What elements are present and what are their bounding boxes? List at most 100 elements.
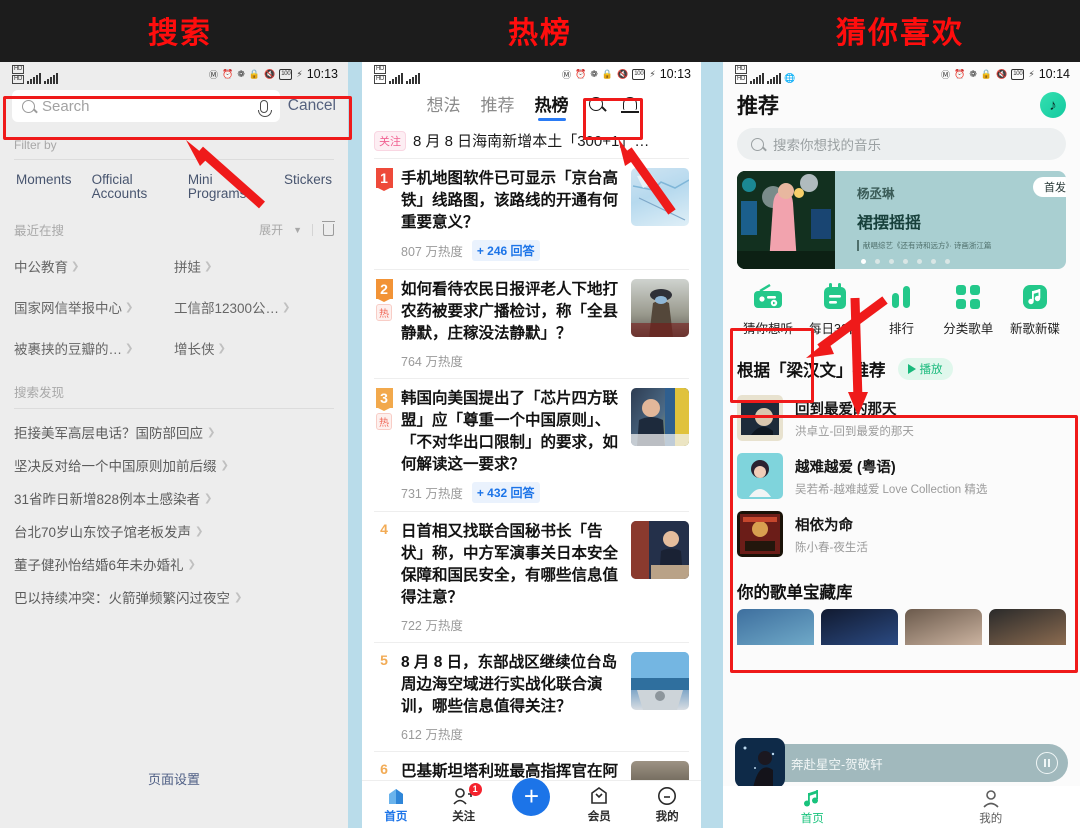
tab-hotlist[interactable]: 热榜 — [535, 91, 569, 121]
recent-item-label: 中公教育 — [14, 260, 68, 275]
discover-item-2[interactable]: 31省昨日新增828例本土感染者 ❯ — [14, 475, 334, 508]
trash-icon[interactable] — [322, 220, 335, 236]
nav-home[interactable]: 首页 — [368, 786, 424, 824]
table-row[interactable]: 2 热 如何看待农民日报评老人下地打农药被要求广播检讨，称「全县静默，庄稼没法静… — [362, 270, 701, 378]
recent-item-label: 增长侠 — [174, 342, 215, 357]
hd-icon-1: HD — [374, 64, 387, 74]
mini-player[interactable]: 奔赴星空-贺敬轩 — [735, 738, 1068, 788]
pause-icon[interactable] — [1036, 752, 1058, 774]
discover-item-5[interactable]: 巴以持续冲突：火箭弹频繁闪过夜空 ❯ — [14, 574, 334, 607]
library-card[interactable] — [737, 609, 814, 645]
quick-action-radio[interactable]: 猜你想听 — [741, 282, 795, 337]
table-row[interactable]: 5 8 月 8 日，东部战区继续位台岛周边海空域进行实战化联合演训，哪些信息值得… — [362, 643, 701, 751]
discover-item-label: 董子健孙怡结婚6年未办婚礼 — [14, 558, 184, 573]
nav-create[interactable]: + — [503, 777, 559, 816]
quick-action-daily[interactable]: 每日30首 — [808, 282, 862, 337]
nav-profile[interactable]: 我的 — [979, 789, 1002, 826]
lock-icon: 🔒 — [980, 68, 993, 79]
recent-item-5[interactable]: 增长侠 ❯ — [174, 338, 334, 358]
table-row[interactable]: 1 手机地图软件已可显示「京台高铁」线路图，该路线的开通有何重要意义？ 807 … — [362, 159, 701, 269]
recent-item-2[interactable]: 国家网信举报中心 ❯ — [14, 297, 174, 317]
search-icon[interactable] — [588, 96, 603, 111]
filter-stickers[interactable]: Stickers — [284, 173, 332, 201]
chevron-right-icon: ❯ — [71, 260, 80, 272]
discover-item-3[interactable]: 台北70岁山东饺子馆老板发声 ❯ — [14, 508, 334, 541]
nfc-icon: Ⓜ — [941, 69, 951, 80]
filter-moments[interactable]: Moments — [16, 173, 72, 201]
nav-label: 首页 — [800, 812, 824, 825]
play-all-button[interactable]: 播放 — [897, 358, 953, 380]
table-row[interactable]: 3 热 韩国向美国提出了「芯片四方联盟」应「尊重一个中国原则」、「不对华出口限制… — [362, 379, 701, 511]
tab-ideas[interactable]: 想法 — [427, 91, 461, 116]
list-item[interactable]: 相依为命 陈小春-夜生活 — [737, 507, 1066, 565]
filter-mini-programs[interactable]: Mini Programs — [188, 173, 264, 201]
page-title: 推荐 — [737, 95, 779, 118]
follow-tag: 关注 — [374, 130, 406, 151]
recent-item-4[interactable]: 被裹挟的豆瓣的… ❯ — [14, 338, 174, 358]
music-home-icon — [804, 789, 819, 806]
page-setting-link[interactable]: 页面设置 — [0, 769, 348, 788]
music-note-logo[interactable]: ♪ — [1040, 92, 1066, 118]
recent-item-1[interactable]: 拼娃 ❯ — [174, 256, 334, 276]
album-cover — [737, 453, 783, 499]
recent-item-0[interactable]: 中公教育 ❯ — [14, 256, 174, 276]
nav-home[interactable]: 首页 — [801, 789, 824, 826]
cancel-button[interactable]: Cancel — [288, 97, 336, 115]
filter-by-label: Filter by — [14, 138, 57, 152]
song-name: 相依为命 — [795, 517, 853, 534]
discover-item-label: 台北70岁山东饺子馆老板发声 — [14, 525, 192, 540]
search-input[interactable]: 搜索你想找的音乐 — [737, 128, 1066, 160]
recent-item-3[interactable]: 工信部12300公… ❯ — [174, 297, 334, 317]
discover-item-0[interactable]: 拒接美军高层电话？国防部回应 ❯ — [14, 409, 334, 442]
follow-banner[interactable]: 关注 8 月 8 日海南新增本土「300+1」… — [362, 124, 701, 158]
recommend-title: 根据「梁汉文」推荐 — [737, 362, 886, 380]
mute-icon: 🔇 — [617, 68, 629, 79]
clock-3: 10:14 — [1038, 67, 1070, 81]
quick-action-category[interactable]: 分类歌单 — [941, 282, 995, 337]
lock-icon: 🔒 — [601, 68, 614, 79]
mic-icon[interactable] — [257, 99, 272, 117]
album-cover — [737, 395, 783, 441]
list-item[interactable]: 越难越爱 (粤语) 吴若希-越难越爱 Love Collection 精选 — [737, 449, 1066, 507]
tab-recommend[interactable]: 推荐 — [481, 91, 515, 116]
table-row[interactable]: 4 日首相又找联合国秘书长「告状」称，中方军演事关日本安全保障和国民安全，有哪些… — [362, 512, 701, 642]
quick-action-ranking[interactable]: 排行 — [875, 282, 929, 337]
chevron-right-icon: ❯ — [220, 459, 229, 471]
item-thumbnail — [631, 388, 689, 446]
expand-button[interactable]: 展开 — [259, 221, 283, 238]
signal-icon-1 — [750, 72, 765, 84]
nav-vip[interactable]: 会员 — [571, 786, 627, 824]
clock-2: 10:13 — [659, 67, 691, 81]
nav-follow[interactable]: 1 关注 — [436, 782, 492, 824]
filter-official-accounts[interactable]: Official Accounts — [92, 173, 168, 201]
plus-icon[interactable]: + — [512, 777, 551, 816]
library-card[interactable] — [821, 609, 898, 645]
carousel-dots[interactable] — [861, 259, 950, 264]
hero-banner[interactable]: 首发 杨丞琳 裙摆摇摇 献唱综艺《还有诗和远方》· 诗画浙江篇 — [737, 171, 1066, 269]
profile-icon — [658, 786, 677, 805]
signal-icon-1 — [389, 72, 404, 84]
bottom-nav-bar: 首页 1 关注 + 会员 我的 — [362, 777, 701, 828]
recent-label: 最近在搜 — [14, 224, 65, 238]
vip-icon — [591, 786, 608, 804]
mute-icon: 🔇 — [264, 68, 276, 79]
library-card[interactable] — [905, 609, 982, 645]
list-item[interactable]: 回到最爱的那天 洪卓立-回到最爱的那天 — [737, 391, 1066, 449]
discover-item-4[interactable]: 董子健孙怡结婚6年未办婚礼 ❯ — [14, 541, 334, 574]
chevron-down-icon[interactable]: ▼ — [293, 225, 302, 235]
chart-bars-icon — [887, 282, 917, 312]
mute-icon: 🔇 — [996, 68, 1008, 79]
search-row: Search Cancel — [0, 84, 348, 132]
person-icon — [983, 789, 999, 808]
nav-profile[interactable]: 我的 — [639, 786, 695, 824]
quick-action-new[interactable]: 新歌新碟 — [1008, 282, 1062, 337]
bell-icon[interactable] — [620, 97, 639, 113]
chevron-right-icon: ❯ — [125, 301, 134, 313]
charging-icon: ⚡ — [1028, 68, 1035, 79]
discover-item-1[interactable]: 坚决反对给一个中国原则加前后缀 ❯ — [14, 442, 334, 475]
alarm-icon: ⏰ — [575, 68, 587, 79]
search-input[interactable]: Search — [12, 90, 280, 122]
globe-icon: 🌐 — [784, 72, 796, 83]
library-card[interactable] — [989, 609, 1066, 645]
song-name: 回到最爱的那天 — [795, 401, 897, 418]
